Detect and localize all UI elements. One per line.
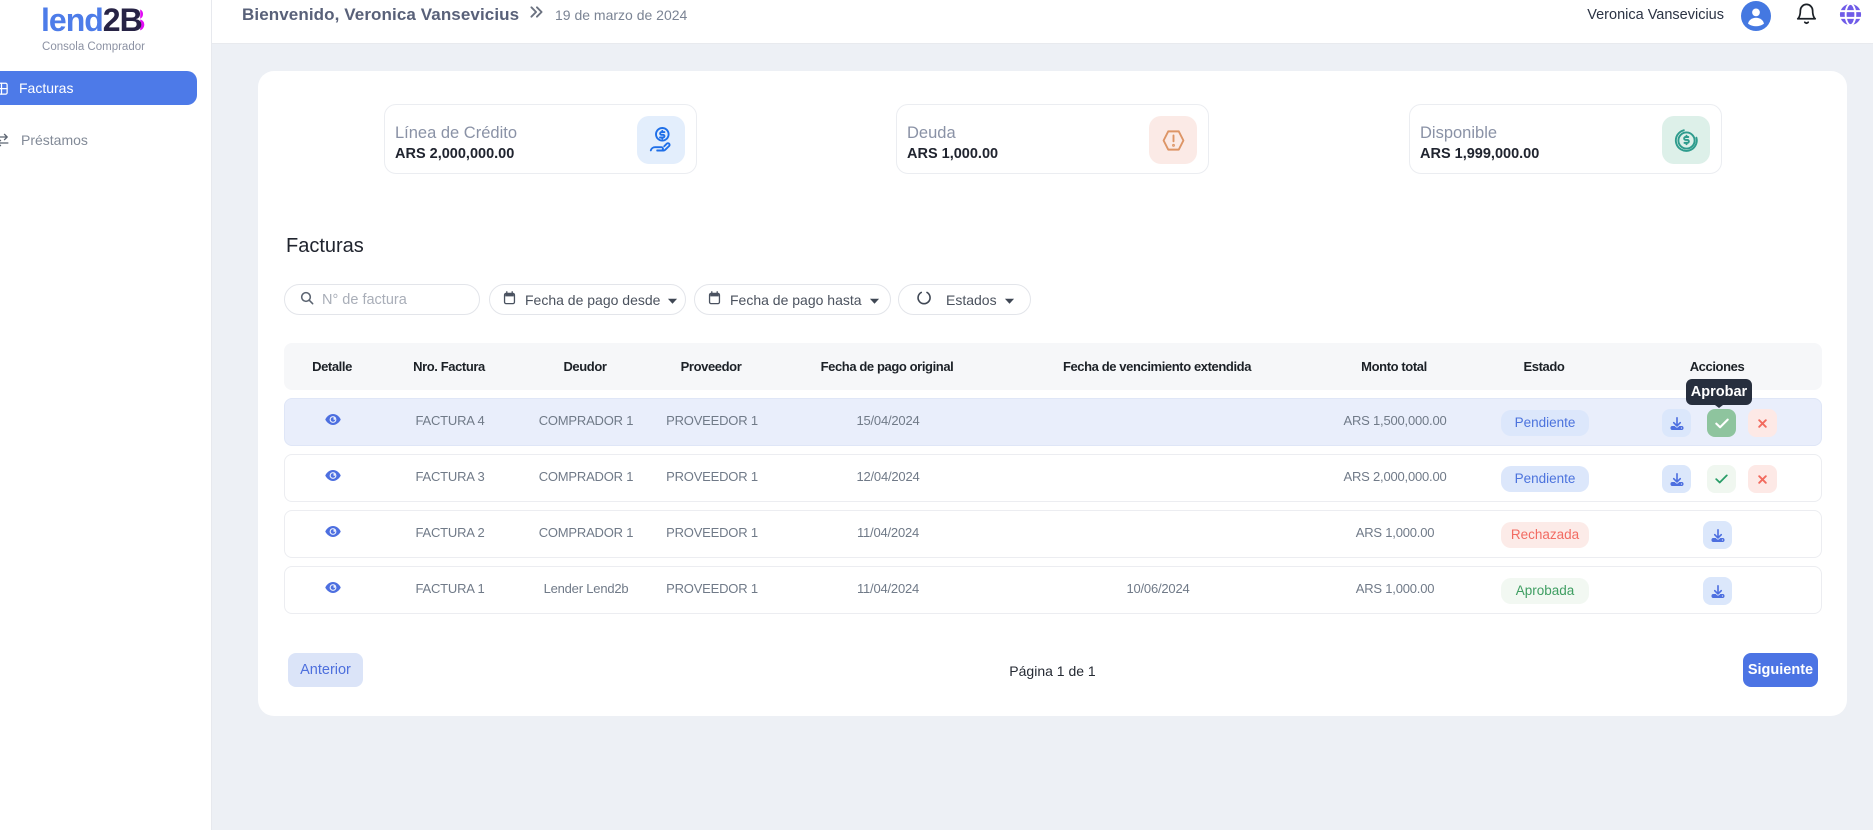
svg-text:lend: lend: [41, 3, 103, 38]
svg-text:B: B: [119, 3, 142, 38]
svg-text:2: 2: [102, 3, 120, 38]
